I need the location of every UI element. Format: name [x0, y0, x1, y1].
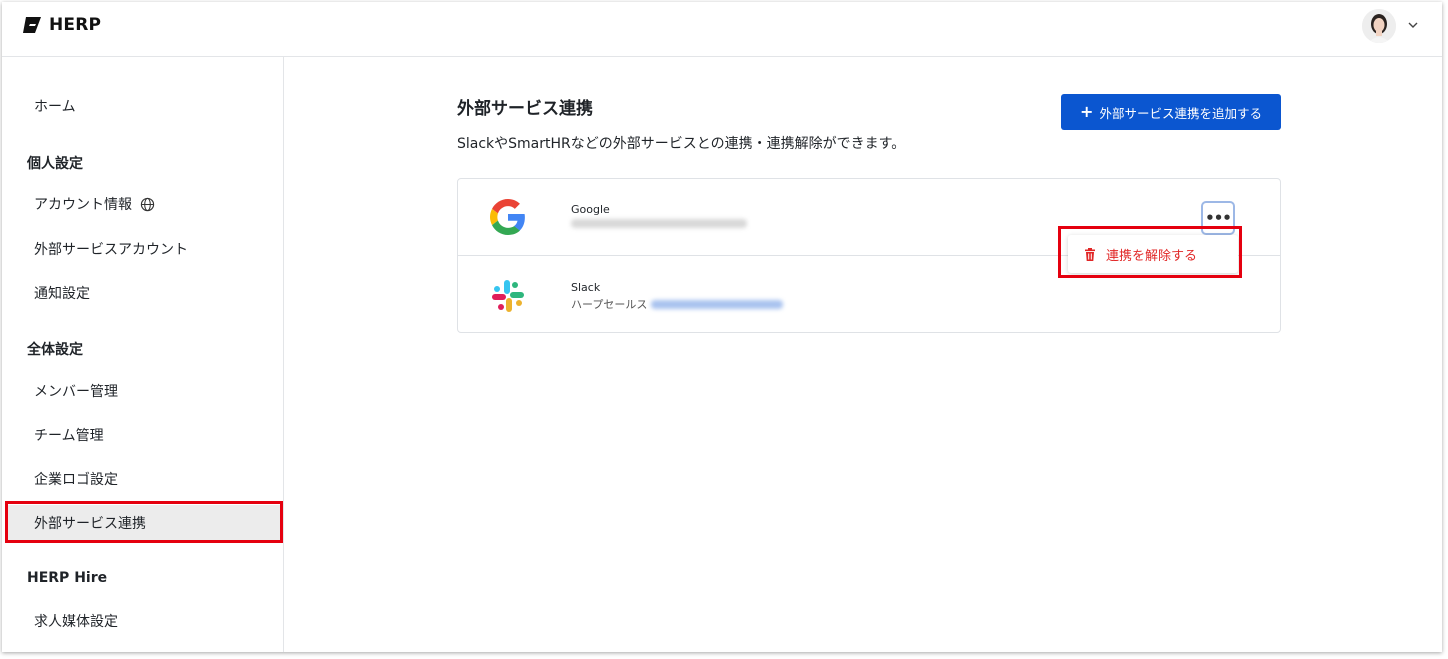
sidebar-item-label: 外部サービス連携	[34, 516, 146, 532]
more-options-button[interactable]: •••	[1201, 201, 1235, 235]
trash-icon	[1084, 247, 1096, 261]
redacted-email	[571, 219, 747, 228]
sidebar-item-account-info[interactable]: アカウント情報	[8, 186, 281, 222]
sidebar-item-external-accounts[interactable]: 外部サービスアカウント	[8, 231, 281, 267]
top-header: HERP	[2, 2, 1442, 57]
sidebar-section-personal: 個人設定	[27, 156, 83, 172]
sidebar-item-label: 企業ロゴ設定	[34, 472, 118, 488]
app-window: HERP ホーム 個人設定 アカウント情報 外部サービスアカウント 通知設定 全…	[2, 2, 1442, 652]
page-description: SlackやSmartHRなどの外部サービスとの連携・連携解除ができます。	[457, 136, 906, 152]
slack-logo-icon	[492, 280, 524, 312]
sidebar-item-notifications[interactable]: 通知設定	[8, 275, 281, 311]
more-icon: •••	[1205, 209, 1232, 227]
options-dropdown-menu: 連携を解除する	[1068, 235, 1238, 273]
sidebar-item-members[interactable]: メンバー管理	[8, 373, 281, 409]
sidebar-item-label: 外部サービスアカウント	[34, 242, 188, 258]
sidebar-item-teams[interactable]: チーム管理	[8, 417, 281, 453]
herp-logo-icon	[23, 17, 41, 33]
google-logo-icon	[490, 199, 525, 235]
workspace-name: ハープセールス	[571, 298, 648, 311]
redacted-workspace-url[interactable]	[651, 299, 784, 309]
logo-text: HERP	[49, 15, 102, 35]
service-name: Slack	[571, 281, 601, 294]
service-name: Google	[571, 203, 610, 216]
user-avatar[interactable]	[1362, 9, 1396, 43]
service-account-redacted	[571, 219, 747, 228]
sidebar-section-herp-hire: HERP Hire	[27, 570, 108, 586]
unlink-label: 連携を解除する	[1106, 248, 1198, 264]
sidebar-item-label: メンバー管理	[34, 384, 118, 400]
sidebar-item-label: チーム管理	[34, 428, 104, 444]
herp-logo[interactable]: HERP	[22, 15, 101, 35]
sidebar-item-label: 求人媒体設定	[34, 614, 118, 630]
sidebar-item-label: アカウント情報	[34, 197, 132, 213]
add-integration-label: 外部サービス連携を追加する	[1099, 105, 1262, 121]
sidebar-item-home[interactable]: ホーム	[8, 88, 281, 124]
add-integration-button[interactable]: + 外部サービス連携を追加する	[1061, 94, 1281, 130]
sidebar-section-global: 全体設定	[27, 342, 83, 358]
plus-icon: +	[1080, 102, 1094, 121]
unlink-menu-item[interactable]: 連携を解除する	[1084, 245, 1197, 264]
sidebar-item-label: 通知設定	[34, 286, 90, 302]
service-workspace: ハープセールス	[571, 296, 784, 312]
sidebar-item-job-media[interactable]: 求人媒体設定	[8, 603, 281, 639]
page-title: 外部サービス連携	[457, 99, 593, 119]
sidebar-item-external-integrations[interactable]: 外部サービス連携	[8, 505, 281, 541]
sidebar-item-company-logo[interactable]: 企業ロゴ設定	[8, 461, 281, 497]
chevron-down-icon[interactable]	[1407, 19, 1419, 31]
sidebar-item-label: ホーム	[34, 99, 76, 115]
sidebar: ホーム 個人設定 アカウント情報 外部サービスアカウント 通知設定 全体設定 メ…	[2, 57, 284, 652]
globe-icon	[140, 197, 155, 212]
avatar-image	[1362, 9, 1396, 43]
